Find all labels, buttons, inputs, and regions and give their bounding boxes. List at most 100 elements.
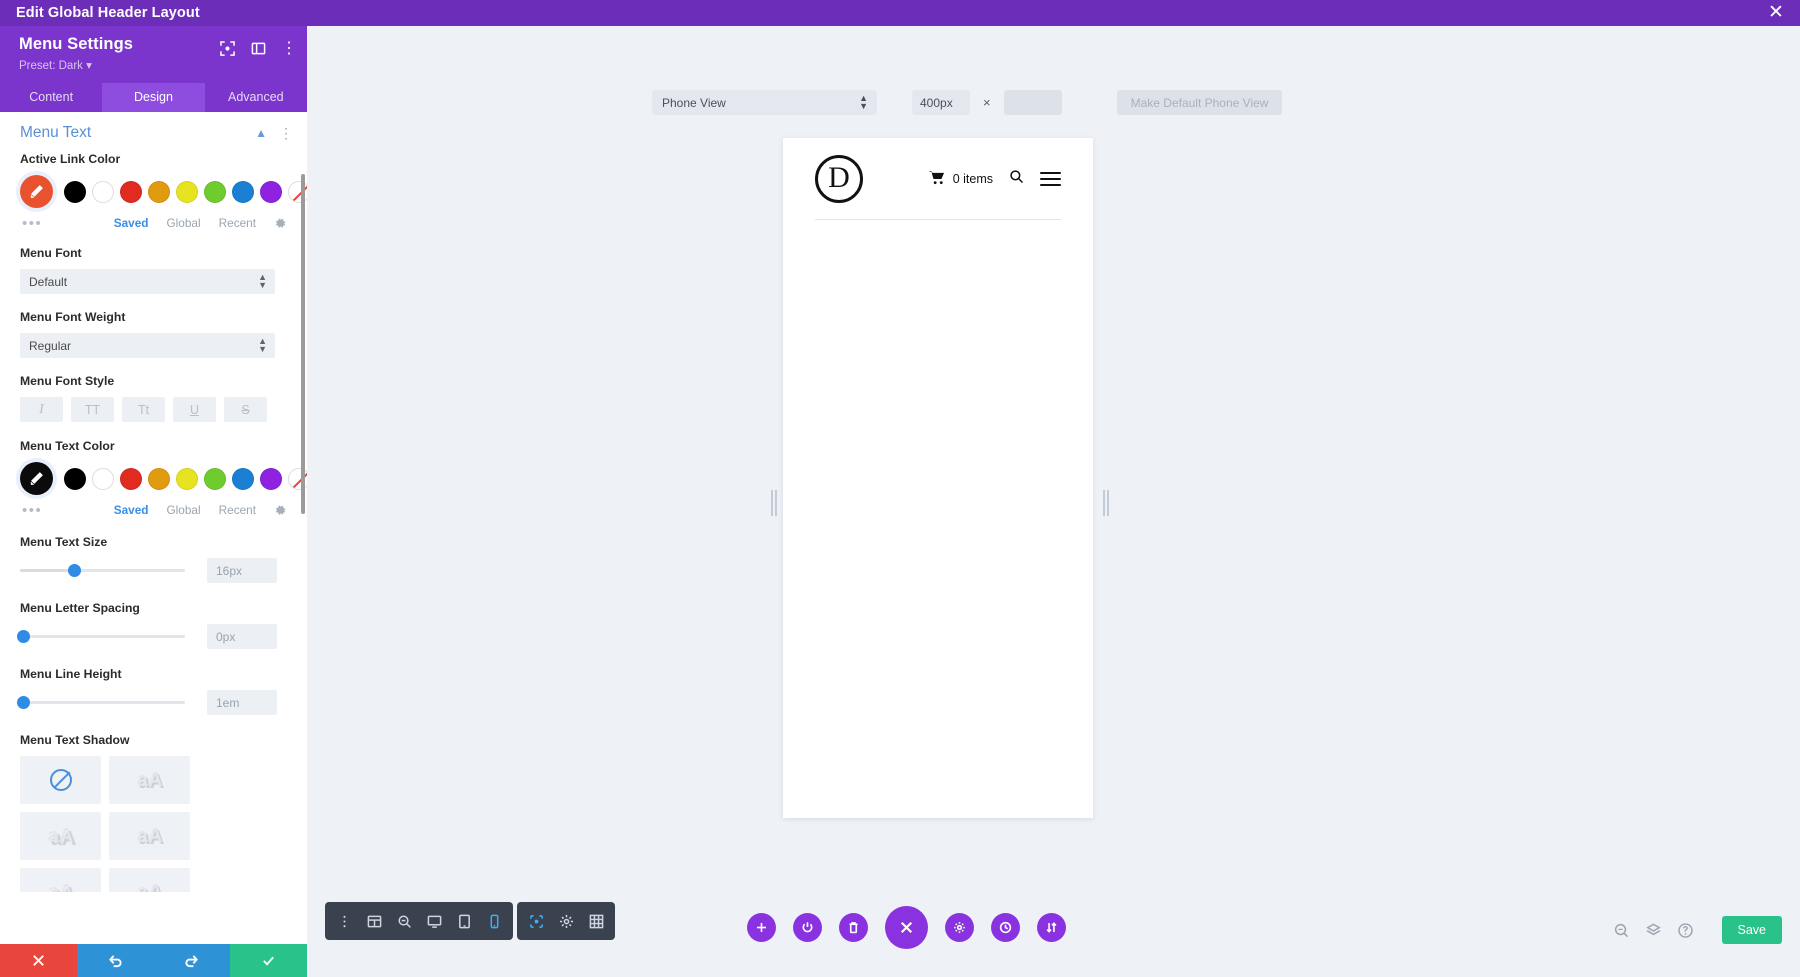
panel-more-icon[interactable]: ⋮	[281, 42, 297, 55]
swatch-blue[interactable]	[232, 181, 254, 203]
preset-selector[interactable]: Preset: Dark ▾	[19, 58, 307, 72]
confirm-button[interactable]	[230, 944, 307, 977]
menu-line-height-slider[interactable]	[20, 701, 185, 704]
swatch-green[interactable]	[204, 468, 226, 490]
color-swatch-row	[20, 462, 287, 495]
swatch-black[interactable]	[64, 181, 86, 203]
gear-icon[interactable]	[274, 217, 287, 230]
swatch-orange[interactable]	[148, 468, 170, 490]
shadow-preset-1[interactable]: aA	[109, 756, 190, 804]
panel-scrollbar[interactable]	[301, 174, 305, 514]
swatch-white[interactable]	[92, 181, 114, 203]
shadow-preset-5[interactable]: aA	[109, 868, 190, 892]
hotspot-icon[interactable]	[551, 902, 581, 940]
cancel-button[interactable]	[0, 944, 77, 977]
link-global[interactable]: Global	[167, 216, 201, 230]
select-mode-icon[interactable]	[521, 902, 551, 940]
uppercase-button[interactable]: TT	[71, 397, 114, 422]
swatch-black[interactable]	[64, 468, 86, 490]
swatch-red[interactable]	[120, 468, 142, 490]
desktop-view-icon[interactable]	[419, 902, 449, 940]
swatch-purple[interactable]	[260, 468, 282, 490]
viewport-width-input[interactable]: 400px	[912, 90, 970, 115]
site-logo[interactable]: D	[815, 155, 863, 203]
swatch-red[interactable]	[120, 181, 142, 203]
swatch-yellow[interactable]	[176, 468, 198, 490]
menu-letter-spacing-slider[interactable]	[20, 635, 185, 638]
swatch-blue[interactable]	[232, 468, 254, 490]
cart-link[interactable]: 0 items	[929, 170, 993, 188]
grid-icon[interactable]	[581, 902, 611, 940]
menu-letter-spacing-input[interactable]: 0px	[207, 624, 277, 649]
resize-handle-right[interactable]	[1103, 490, 1107, 516]
layers-icon[interactable]	[1644, 921, 1663, 940]
gear-icon[interactable]	[274, 504, 287, 517]
swatch-yellow[interactable]	[176, 181, 198, 203]
undo-button[interactable]	[77, 944, 154, 977]
more-colors-icon[interactable]: •••	[22, 219, 42, 228]
menu-text-size-input[interactable]: 16px	[207, 558, 277, 583]
slider-knob[interactable]	[68, 564, 81, 577]
slider-knob[interactable]	[17, 696, 30, 709]
add-module-button[interactable]	[747, 913, 776, 942]
tablet-view-icon[interactable]	[449, 902, 479, 940]
resize-handle-left[interactable]	[771, 490, 775, 516]
menu-font-select[interactable]: Default ▲▼	[20, 269, 275, 294]
more-vertical-icon[interactable]	[329, 902, 359, 940]
sort-button[interactable]	[1037, 913, 1066, 942]
view-mode-select[interactable]: Phone View ▲▼	[652, 90, 877, 115]
link-recent[interactable]: Recent	[219, 216, 256, 230]
delete-button[interactable]	[839, 913, 868, 942]
close-builder-button[interactable]	[885, 906, 928, 949]
section-more-icon[interactable]: ⋮	[279, 128, 293, 139]
chevron-up-icon[interactable]: ▲	[255, 126, 267, 140]
tab-content[interactable]: Content	[0, 83, 102, 112]
italic-button[interactable]: I	[20, 397, 63, 422]
link-saved[interactable]: Saved	[114, 503, 149, 517]
search-icon[interactable]	[1612, 921, 1631, 940]
shadow-preset-3[interactable]: aA	[109, 812, 190, 860]
link-recent[interactable]: Recent	[219, 503, 256, 517]
link-global[interactable]: Global	[167, 503, 201, 517]
save-button[interactable]: Save	[1722, 916, 1783, 944]
menu-line-height-input[interactable]: 1em	[207, 690, 277, 715]
shadow-preset-4[interactable]: aA	[20, 868, 101, 892]
close-icon[interactable]: ✕	[1766, 3, 1786, 23]
search-icon[interactable]	[1009, 169, 1024, 189]
swatch-white[interactable]	[92, 468, 114, 490]
tab-design[interactable]: Design	[102, 83, 204, 112]
redo-button[interactable]	[154, 944, 231, 977]
swatch-green[interactable]	[204, 181, 226, 203]
menu-font-weight-select[interactable]: Regular ▲▼	[20, 333, 275, 358]
layout-panel-icon[interactable]	[250, 40, 267, 57]
wireframe-icon[interactable]	[359, 902, 389, 940]
swatch-orange[interactable]	[148, 181, 170, 203]
active-color-swatch[interactable]	[20, 175, 53, 208]
field-active-link-color: Active Link Color ••• Saved Glob	[0, 152, 307, 230]
strikethrough-button[interactable]: S	[224, 397, 267, 422]
capitalize-button[interactable]: Tt	[122, 397, 165, 422]
add-icon	[755, 921, 768, 934]
history-button[interactable]	[991, 913, 1020, 942]
menu-text-size-slider[interactable]	[20, 569, 185, 572]
more-colors-icon[interactable]: •••	[22, 506, 42, 515]
settings-button[interactable]	[945, 913, 974, 942]
focus-icon[interactable]	[219, 40, 236, 57]
swatch-purple[interactable]	[260, 181, 282, 203]
tab-advanced[interactable]: Advanced	[205, 83, 307, 112]
help-icon[interactable]	[1676, 921, 1695, 940]
zoom-icon[interactable]	[389, 902, 419, 940]
phone-view-icon[interactable]	[479, 902, 509, 940]
shadow-preset-2[interactable]: aA	[20, 812, 101, 860]
power-button[interactable]	[793, 913, 822, 942]
menu-font-value: Default	[29, 275, 67, 289]
field-label: Menu Font Style	[20, 374, 287, 388]
slider-knob[interactable]	[17, 630, 30, 643]
underline-button[interactable]: U	[173, 397, 216, 422]
hamburger-menu-icon[interactable]	[1040, 172, 1061, 186]
shadow-preset-none[interactable]	[20, 756, 101, 804]
link-saved[interactable]: Saved	[114, 216, 149, 230]
active-color-swatch[interactable]	[20, 462, 53, 495]
make-default-button[interactable]: Make Default Phone View	[1117, 90, 1283, 115]
viewport-height-input[interactable]	[1004, 90, 1062, 115]
